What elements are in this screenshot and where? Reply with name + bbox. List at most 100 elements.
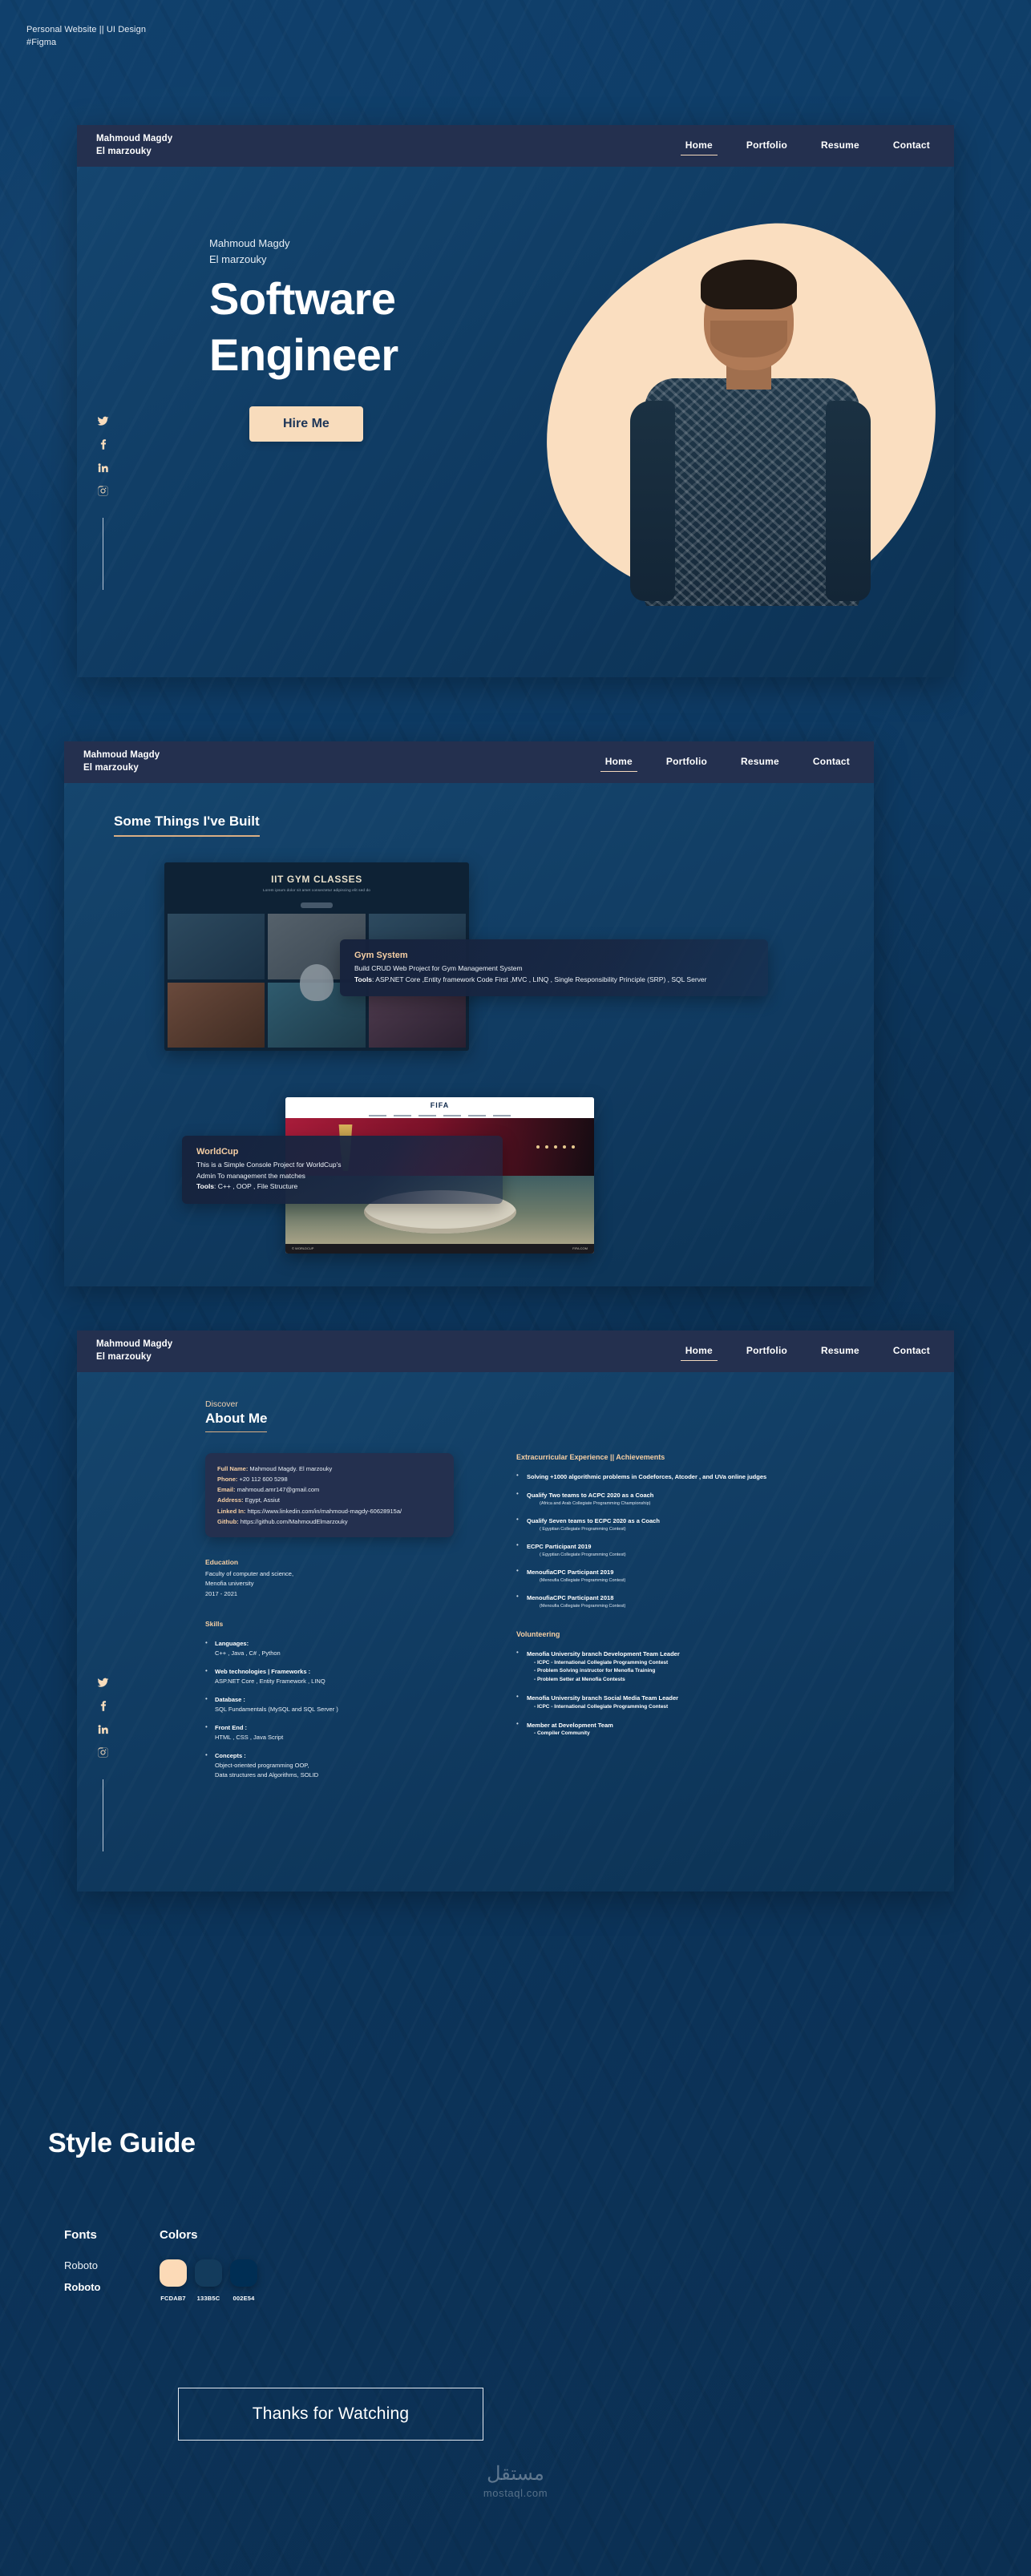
about-left-column: Full Name: Mahmoud Magdy. El marzouky Ph… — [205, 1453, 454, 1789]
color-swatch-accent[interactable] — [160, 2259, 187, 2287]
color-label-dark: 002E54 — [232, 2295, 255, 2302]
brand-logo-about[interactable]: Mahmoud Magdy El marzouky — [96, 1338, 172, 1363]
brand-line-2: El marzouky — [96, 1352, 152, 1362]
twitter-icon[interactable] — [97, 1677, 109, 1689]
gym-tools-label: Tools — [354, 975, 373, 983]
achievement-item: ECPC Participant 2019( Egyptian Collegia… — [516, 1541, 853, 1558]
info-value: mahmoud.amr147@gmail.com — [235, 1486, 320, 1494]
skill-value: C++ , Java , C# , Python — [215, 1649, 281, 1657]
worldcup-shot-header: FIFA — [285, 1097, 594, 1118]
credit-line-2: #Figma — [26, 37, 57, 47]
hire-me-button[interactable]: Hire Me — [249, 406, 363, 442]
info-row: Email: mahmoud.amr147@gmail.com — [217, 1484, 442, 1495]
font-regular-sample: Roboto — [64, 2259, 98, 2271]
gym-shot-subtitle: Lorem ipsum dolor sit amet consectetur a… — [262, 888, 370, 892]
project-credit: Personal Website || UI Design #Figma — [26, 24, 146, 50]
achievements-list: Solving +1000 algorithmic problems in Co… — [516, 1472, 853, 1609]
brand-logo-portfolio[interactable]: Mahmoud Magdy El marzouky — [83, 749, 160, 774]
nav-links-portfolio: Home Portfolio Resume Contact — [600, 753, 855, 772]
worldcup-project-tools: Tools: C++ , OOP , File Structure — [196, 1181, 488, 1193]
worldcup-shot-logo: FIFA — [430, 1101, 450, 1109]
info-value-link[interactable]: https://github.com/MahmoudElmarzouky — [239, 1518, 348, 1525]
about-heading: About Me — [205, 1411, 268, 1432]
achievement-main: Qualify Seven teams to ECPC 2020 as a Co… — [527, 1517, 660, 1525]
info-label: Github: — [217, 1517, 239, 1525]
style-guide-fonts: Fonts Roboto Roboto — [64, 2228, 100, 2293]
info-value: Mahmoud Magdy. El marzouky — [248, 1465, 333, 1472]
volunteering-lines: - ICPC - International Collegiate Progra… — [534, 1703, 669, 1710]
achievement-sub: ( Egyptian Collegiate Programming Contes… — [540, 1526, 626, 1532]
achievement-main: Qualify Two teams to ACPC 2020 as a Coac… — [527, 1492, 654, 1500]
nav-item-portfolio[interactable]: Portfolio — [661, 753, 712, 772]
info-row: Full Name: Mahmoud Magdy. El marzouky — [217, 1464, 442, 1474]
info-value: Egypt, Assiut — [243, 1496, 280, 1504]
nav-item-home[interactable]: Home — [680, 137, 718, 155]
info-row: Address: Egypt, Assiut — [217, 1495, 442, 1505]
nav-item-contact[interactable]: Contact — [888, 137, 935, 155]
education-block: Education Faculty of computer and scienc… — [205, 1557, 454, 1599]
education-line-2: Menofia university — [205, 1580, 254, 1588]
info-label: Address: — [217, 1496, 244, 1504]
nav-item-resume[interactable]: Resume — [816, 1343, 864, 1361]
font-bold-sample: Roboto — [64, 2281, 101, 2293]
instagram-icon[interactable] — [97, 485, 109, 497]
volunteering-item: Menofia University branch Development Te… — [516, 1649, 853, 1684]
brand-line-1: Mahmoud Magdy — [83, 750, 160, 761]
style-guide-colors: Colors FCDAB7 133B5C 002E54 — [160, 2228, 257, 2302]
skill-value: ASP.NET Core , Entity Framework , LINQ — [215, 1677, 325, 1685]
about-right-column: Extracurricular Experience || Achievemen… — [516, 1453, 853, 1789]
brand-logo[interactable]: Mahmoud Magdy El marzouky — [96, 133, 172, 158]
brand-line-1: Mahmoud Magdy — [96, 134, 173, 144]
nav-item-contact[interactable]: Contact — [808, 753, 855, 772]
nav-item-home[interactable]: Home — [680, 1343, 718, 1361]
about-screen-mockup: Mahmoud Magdy El marzouky Home Portfolio… — [77, 1330, 954, 1892]
colors-heading: Colors — [160, 2228, 198, 2242]
skills-heading: Skills — [205, 1619, 224, 1628]
watermark-arabic: مستقل — [487, 2463, 544, 2485]
portrait-arm-right — [826, 401, 871, 601]
nav-item-contact[interactable]: Contact — [888, 1343, 935, 1361]
color-swatches — [160, 2259, 257, 2287]
skills-block: Skills Languages: C++ , Java , C# , Pytho… — [205, 1618, 454, 1780]
navbar-portfolio: Mahmoud Magdy El marzouky Home Portfolio… — [64, 741, 874, 783]
personal-info-card: Full Name: Mahmoud Magdy. El marzouky Ph… — [205, 1453, 454, 1537]
nav-item-portfolio[interactable]: Portfolio — [742, 1343, 792, 1361]
volunteering-item: Menofia University branch Social Media T… — [516, 1693, 853, 1711]
nav-item-portfolio[interactable]: Portfolio — [742, 137, 792, 155]
portrait-beard — [710, 321, 787, 357]
volunteering-lines: - ICPC - International Collegiate Progra… — [534, 1659, 669, 1682]
thanks-banner: Thanks for Watching — [178, 2388, 483, 2441]
nav-item-home[interactable]: Home — [600, 753, 637, 772]
instagram-icon[interactable] — [97, 1746, 109, 1758]
color-swatch-labels: FCDAB7 133B5C 002E54 — [160, 2295, 257, 2302]
nav-item-resume[interactable]: Resume — [736, 753, 784, 772]
achievement-sub: (Menoufia Collegiate Programming Contest… — [540, 1603, 626, 1609]
color-swatch-dark[interactable] — [230, 2259, 257, 2287]
skill-item: Concepts : Object-oriented programming OO… — [205, 1750, 454, 1780]
achievement-item: Solving +1000 algorithmic problems in Co… — [516, 1472, 853, 1481]
skill-item: Languages: C++ , Java , C# , Python — [205, 1638, 454, 1658]
hero-eyebrow: Mahmoud Magdy El marzouky — [209, 236, 546, 267]
gym-shot-button — [301, 902, 333, 908]
achievement-item: MenoufiaCPC Participant 2018(Menoufia Co… — [516, 1593, 853, 1609]
nav-item-resume[interactable]: Resume — [816, 137, 864, 155]
worldcup-project-title: WorldCup — [196, 1147, 239, 1157]
info-value-link[interactable]: https://www.linkedin.com/in/mahmoud-magd… — [245, 1508, 402, 1515]
twitter-icon[interactable] — [97, 415, 109, 427]
facebook-icon[interactable] — [97, 438, 109, 450]
hero-eyebrow-line-1: Mahmoud Magdy — [209, 237, 290, 249]
volunteering-main: Menofia University branch Social Media T… — [527, 1694, 679, 1702]
achievement-item: MenoufiaCPC Participant 2019(Menoufia Co… — [516, 1567, 853, 1584]
color-swatch-mid[interactable] — [195, 2259, 222, 2287]
nav-links: Home Portfolio Resume Contact — [680, 137, 935, 155]
gym-project-tools: Tools: ASP.NET Core ,Entity framework Co… — [354, 975, 754, 986]
achievement-sub: (Menoufia Collegiate Programming Contest… — [540, 1577, 626, 1583]
facebook-icon[interactable] — [97, 1700, 109, 1712]
achievement-main: ECPC Participant 2019 — [527, 1543, 592, 1551]
volunteering-lines: - Compiler Community — [534, 1730, 590, 1737]
linkedin-icon[interactable] — [97, 462, 109, 474]
info-label: Linked In: — [217, 1507, 246, 1515]
achievement-sub: ( Egyptian Collegiate Programming Contes… — [540, 1552, 626, 1557]
linkedin-icon[interactable] — [97, 1723, 109, 1735]
social-rail-about — [97, 1677, 109, 1851]
